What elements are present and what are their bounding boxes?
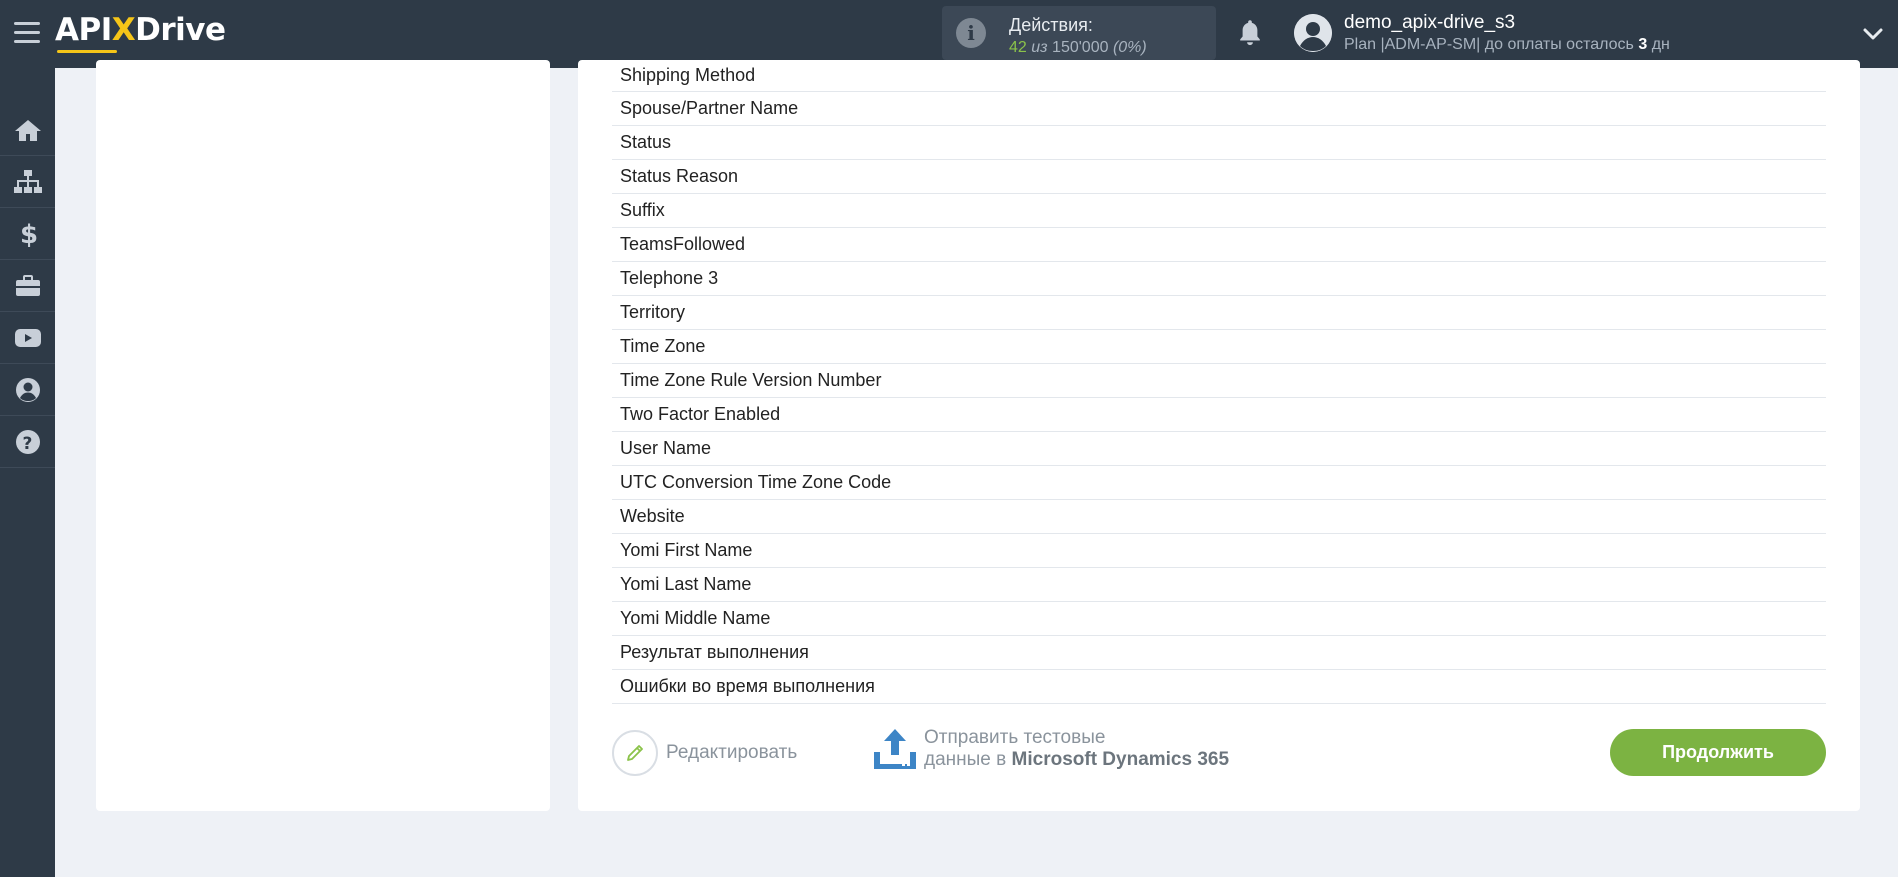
- top-bar: APIXDrive i Действия: 42 из 150'000 (0%)…: [0, 0, 1898, 68]
- sidebar-item-billing[interactable]: $: [0, 208, 55, 260]
- question-icon: ?: [15, 429, 40, 454]
- sidebar-item-videos[interactable]: [0, 312, 55, 364]
- continue-button[interactable]: Продолжить: [1610, 729, 1826, 776]
- send-test-data-button[interactable]: Отправить тестовые данные в Microsoft Dy…: [872, 726, 1229, 772]
- actions-label: Действия:: [1009, 15, 1093, 35]
- chevron-down-icon[interactable]: [1862, 24, 1884, 44]
- field-row: Suffix: [612, 194, 1826, 228]
- main-panel: Shipping Method Spouse/Partner Name Stat…: [578, 60, 1860, 811]
- left-panel: [96, 60, 550, 811]
- sidebar: $ ?: [0, 68, 55, 877]
- edit-button[interactable]: Редактировать: [612, 730, 797, 776]
- field-list: Shipping Method Spouse/Partner Name Stat…: [612, 60, 1826, 704]
- field-row: Time Zone: [612, 330, 1826, 364]
- field-row: UTC Conversion Time Zone Code: [612, 466, 1826, 500]
- actions-counter: i Действия: 42 из 150'000 (0%): [942, 6, 1216, 60]
- avatar[interactable]: [1294, 14, 1332, 52]
- field-row: Ошибки во время выполнения: [612, 670, 1826, 704]
- send-test-label: Отправить тестовые данные в Microsoft Dy…: [924, 727, 1230, 770]
- user-circle-icon: [15, 377, 40, 402]
- plan-info: Plan |ADM-AP-SM| до оплаты осталось 3 дн: [1344, 36, 1670, 53]
- bell-icon[interactable]: [1236, 18, 1264, 48]
- field-row: User Name: [612, 432, 1826, 466]
- field-row: Результат выполнения: [612, 636, 1826, 670]
- account-name[interactable]: demo_apix-drive_s3: [1344, 12, 1515, 34]
- field-row: Territory: [612, 296, 1826, 330]
- edit-label: Редактировать: [666, 742, 798, 763]
- sidebar-item-home[interactable]: [0, 104, 55, 156]
- sidebar-item-projects[interactable]: [0, 260, 55, 312]
- briefcase-icon: [15, 274, 40, 296]
- info-icon: i: [956, 18, 986, 48]
- actions-usage: 42 из 150'000 (0%): [1009, 39, 1147, 56]
- field-row: Spouse/Partner Name: [612, 92, 1826, 126]
- field-row: Status: [612, 126, 1826, 160]
- field-row: Yomi Middle Name: [612, 602, 1826, 636]
- sidebar-item-connections[interactable]: [0, 156, 55, 208]
- upload-icon: [874, 729, 916, 769]
- home-icon: [14, 119, 41, 141]
- svg-text:?: ?: [22, 434, 32, 454]
- field-row: Telephone 3: [612, 262, 1826, 296]
- field-row: Yomi First Name: [612, 534, 1826, 568]
- svg-text:$: $: [20, 220, 37, 248]
- sidebar-item-profile[interactable]: [0, 364, 55, 416]
- field-row: Shipping Method: [612, 60, 1826, 92]
- sidebar-item-help[interactable]: ?: [0, 416, 55, 468]
- field-row: Website: [612, 500, 1826, 534]
- youtube-icon: [14, 328, 41, 347]
- dollar-icon: $: [20, 220, 37, 248]
- field-row: Two Factor Enabled: [612, 398, 1826, 432]
- pencil-icon: [612, 730, 658, 776]
- sitemap-icon: [13, 169, 42, 193]
- field-row: Status Reason: [612, 160, 1826, 194]
- field-row: Yomi Last Name: [612, 568, 1826, 602]
- apix-drive-logo[interactable]: APIXDrive: [55, 12, 226, 53]
- field-row: Time Zone Rule Version Number: [612, 364, 1826, 398]
- field-row: TeamsFollowed: [612, 228, 1826, 262]
- menu-icon[interactable]: [14, 22, 40, 44]
